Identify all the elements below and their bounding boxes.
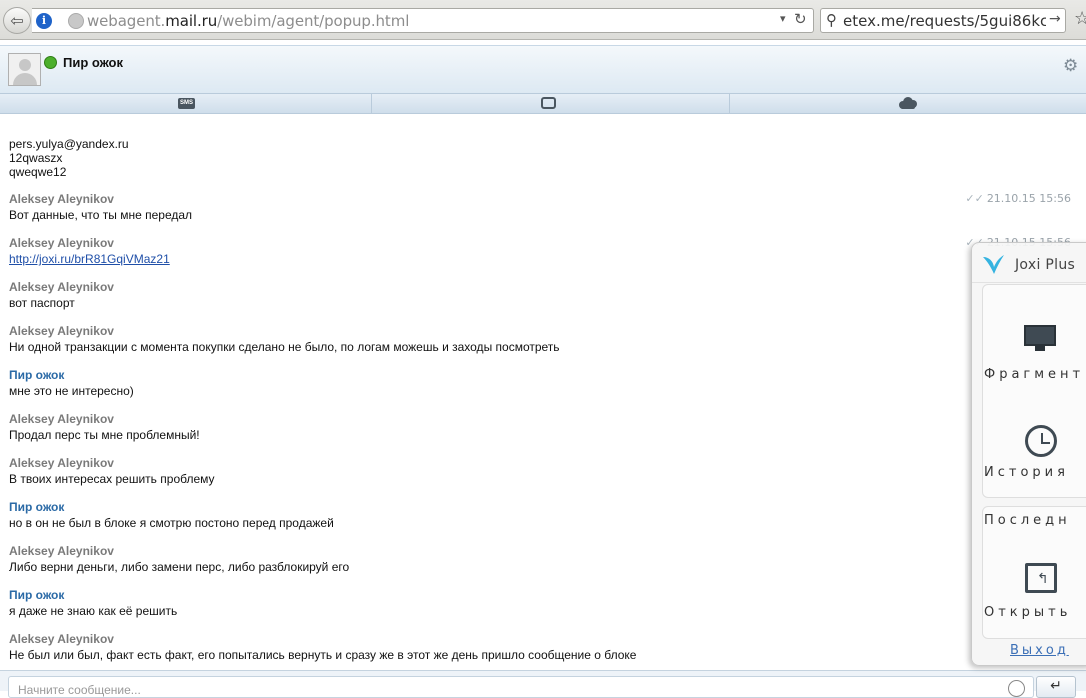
- message-time: ✓✓21.10.15 15:56: [965, 192, 1071, 205]
- browser-navbar: ⇦ i webagent.mail.ru/webim/agent/popup.h…: [0, 0, 1086, 40]
- search-go-icon[interactable]: →: [1049, 11, 1061, 27]
- message-sender: Пир ожок: [9, 588, 65, 602]
- message-text: вот паспорт: [9, 296, 75, 310]
- first-message-line: pers.yulya@yandex.ru: [9, 137, 129, 151]
- tab-tv[interactable]: [372, 94, 730, 113]
- online-status-icon: [44, 56, 57, 69]
- globe-icon: [68, 13, 84, 29]
- joxi-fragment-label[interactable]: Фрагмент: [984, 367, 1084, 382]
- message-item: Aleksey Aleynikov вот паспорт: [9, 280, 1071, 320]
- clock-icon[interactable]: [1025, 425, 1057, 457]
- joxi-logo-icon: [983, 255, 1004, 274]
- message-item: Aleksey Aleynikov ✓✓ 21.10.15 15:56 Вот дан…: [9, 192, 1071, 232]
- search-input[interactable]: etex.me/requests/5gui86kcm0: [843, 12, 1046, 30]
- message-sender: Aleksey Aleynikov: [9, 192, 114, 206]
- joxi-panel: Joxi Plus Фрагмент История Последн ↰ Отк…: [971, 242, 1086, 666]
- message-sender: Aleksey Aleynikov: [9, 280, 114, 294]
- message-text: Продал перс ты мне проблемный!: [9, 428, 200, 442]
- joxi-history-label[interactable]: История: [984, 465, 1069, 480]
- tv-icon: [541, 97, 556, 109]
- sms-icon: SMS: [178, 98, 195, 109]
- message-list: pers.yulya@yandex.ru 12qwaszx qweqwe12 A…: [0, 114, 1086, 670]
- chat-header: Пир ожок ⚙: [0, 45, 1086, 93]
- search-bar[interactable]: ⚲ etex.me/requests/5gui86kcm0 →: [820, 8, 1066, 33]
- bookmark-star-icon[interactable]: ☆: [1074, 8, 1086, 29]
- message-text: Вот данные, что ты мне передал: [9, 208, 193, 222]
- message-text: Ни одной транзакции с момента покупки сд…: [9, 340, 560, 354]
- cloud-icon: [899, 97, 917, 109]
- search-icon: ⚲: [826, 11, 837, 29]
- tab-sms[interactable]: SMS: [0, 94, 372, 113]
- visitor-name: Пир ожок: [63, 55, 123, 70]
- joxi-title: Joxi Plus: [1015, 257, 1076, 273]
- joxi-exit-link[interactable]: Выход: [1010, 643, 1069, 658]
- message-text: Либо верни деньги, либо замени перс, либ…: [9, 560, 350, 574]
- message-text: но в он не был в блоке я смотрю постоно …: [9, 516, 334, 530]
- chat-toolbar: SMS: [0, 93, 1086, 114]
- message-sender: Пир ожок: [9, 500, 65, 514]
- back-button[interactable]: ⇦: [3, 7, 31, 34]
- reload-icon[interactable]: ↻: [794, 10, 807, 28]
- monitor-icon[interactable]: [1024, 325, 1056, 353]
- message-sender: Aleksey Aleynikov: [9, 544, 114, 558]
- message-text: мне это не интересно): [9, 384, 134, 398]
- message-item: Aleksey Aleynikov Ни одной транзакции с м…: [9, 324, 1071, 364]
- url-bar[interactable]: i webagent.mail.ru/webim/agent/popup.htm…: [32, 8, 814, 33]
- joxi-title-bar: Joxi Plus: [972, 243, 1086, 283]
- message-item: Пир ожок мне это не интересно): [9, 368, 1071, 408]
- message-item: Пир ожок я даже не знаю как её решить: [9, 588, 1071, 628]
- message-sender: Пир ожок: [9, 368, 65, 382]
- smile-icon[interactable]: [1008, 680, 1025, 697]
- message-item: Aleksey Aleynikov Не был или был, факт ес…: [9, 632, 1071, 670]
- message-sender: Aleksey Aleynikov: [9, 412, 114, 426]
- tab-cloud[interactable]: [730, 94, 1086, 113]
- joxi-open-label[interactable]: Открыть: [984, 605, 1071, 620]
- message-item: Aleksey Aleynikov В твоих интересах решит…: [9, 456, 1071, 496]
- message-item: Пир ожок но в он не был в блоке я смотрю …: [9, 500, 1071, 540]
- gear-icon[interactable]: ⚙: [1063, 56, 1078, 76]
- message-text: В твоих интересах решить проблему: [9, 472, 215, 486]
- send-button[interactable]: ↵: [1036, 676, 1076, 698]
- avatar: [8, 53, 41, 86]
- message-item: Aleksey Aleynikov Либо верни деньги, либо…: [9, 544, 1071, 584]
- message-item: Aleksey Aleynikov✓✓21.10.15 15:56http://…: [9, 236, 1071, 276]
- message-link[interactable]: http://joxi.ru/brR81GqiVMaz21: [9, 252, 170, 266]
- joxi-last-label[interactable]: Последн: [984, 513, 1071, 528]
- info-icon[interactable]: i: [36, 13, 52, 29]
- message-input[interactable]: Начните сообщение...: [8, 676, 1034, 698]
- open-icon[interactable]: ↰: [1025, 563, 1057, 593]
- message-sender: Aleksey Aleynikov: [9, 456, 114, 470]
- first-message: pers.yulya@yandex.ru 12qwaszx qweqwe12: [9, 137, 129, 179]
- message-item: Aleksey Aleynikov Продал перс ты мне проб…: [9, 412, 1071, 452]
- message-time-value: 21.10.15 15:56: [986, 192, 1071, 205]
- message-text: я даже не знаю как её решить: [9, 604, 178, 618]
- message-sender: Aleksey Aleynikov: [9, 632, 114, 646]
- read-check-icon: ✓✓: [965, 192, 984, 205]
- url-text[interactable]: webagent.mail.ru/webim/agent/popup.html: [87, 12, 409, 30]
- first-message-line: qweqwe12: [9, 165, 67, 179]
- message-sender: Aleksey Aleynikov: [9, 324, 114, 338]
- input-bar: Начните сообщение... ↵: [0, 670, 1086, 698]
- first-message-line: 12qwaszx: [9, 151, 63, 165]
- message-text: Не был или был, факт есть факт, его попы…: [9, 648, 637, 662]
- dropdown-arrow-icon[interactable]: ▾: [780, 12, 786, 25]
- message-sender: Aleksey Aleynikov: [9, 236, 114, 250]
